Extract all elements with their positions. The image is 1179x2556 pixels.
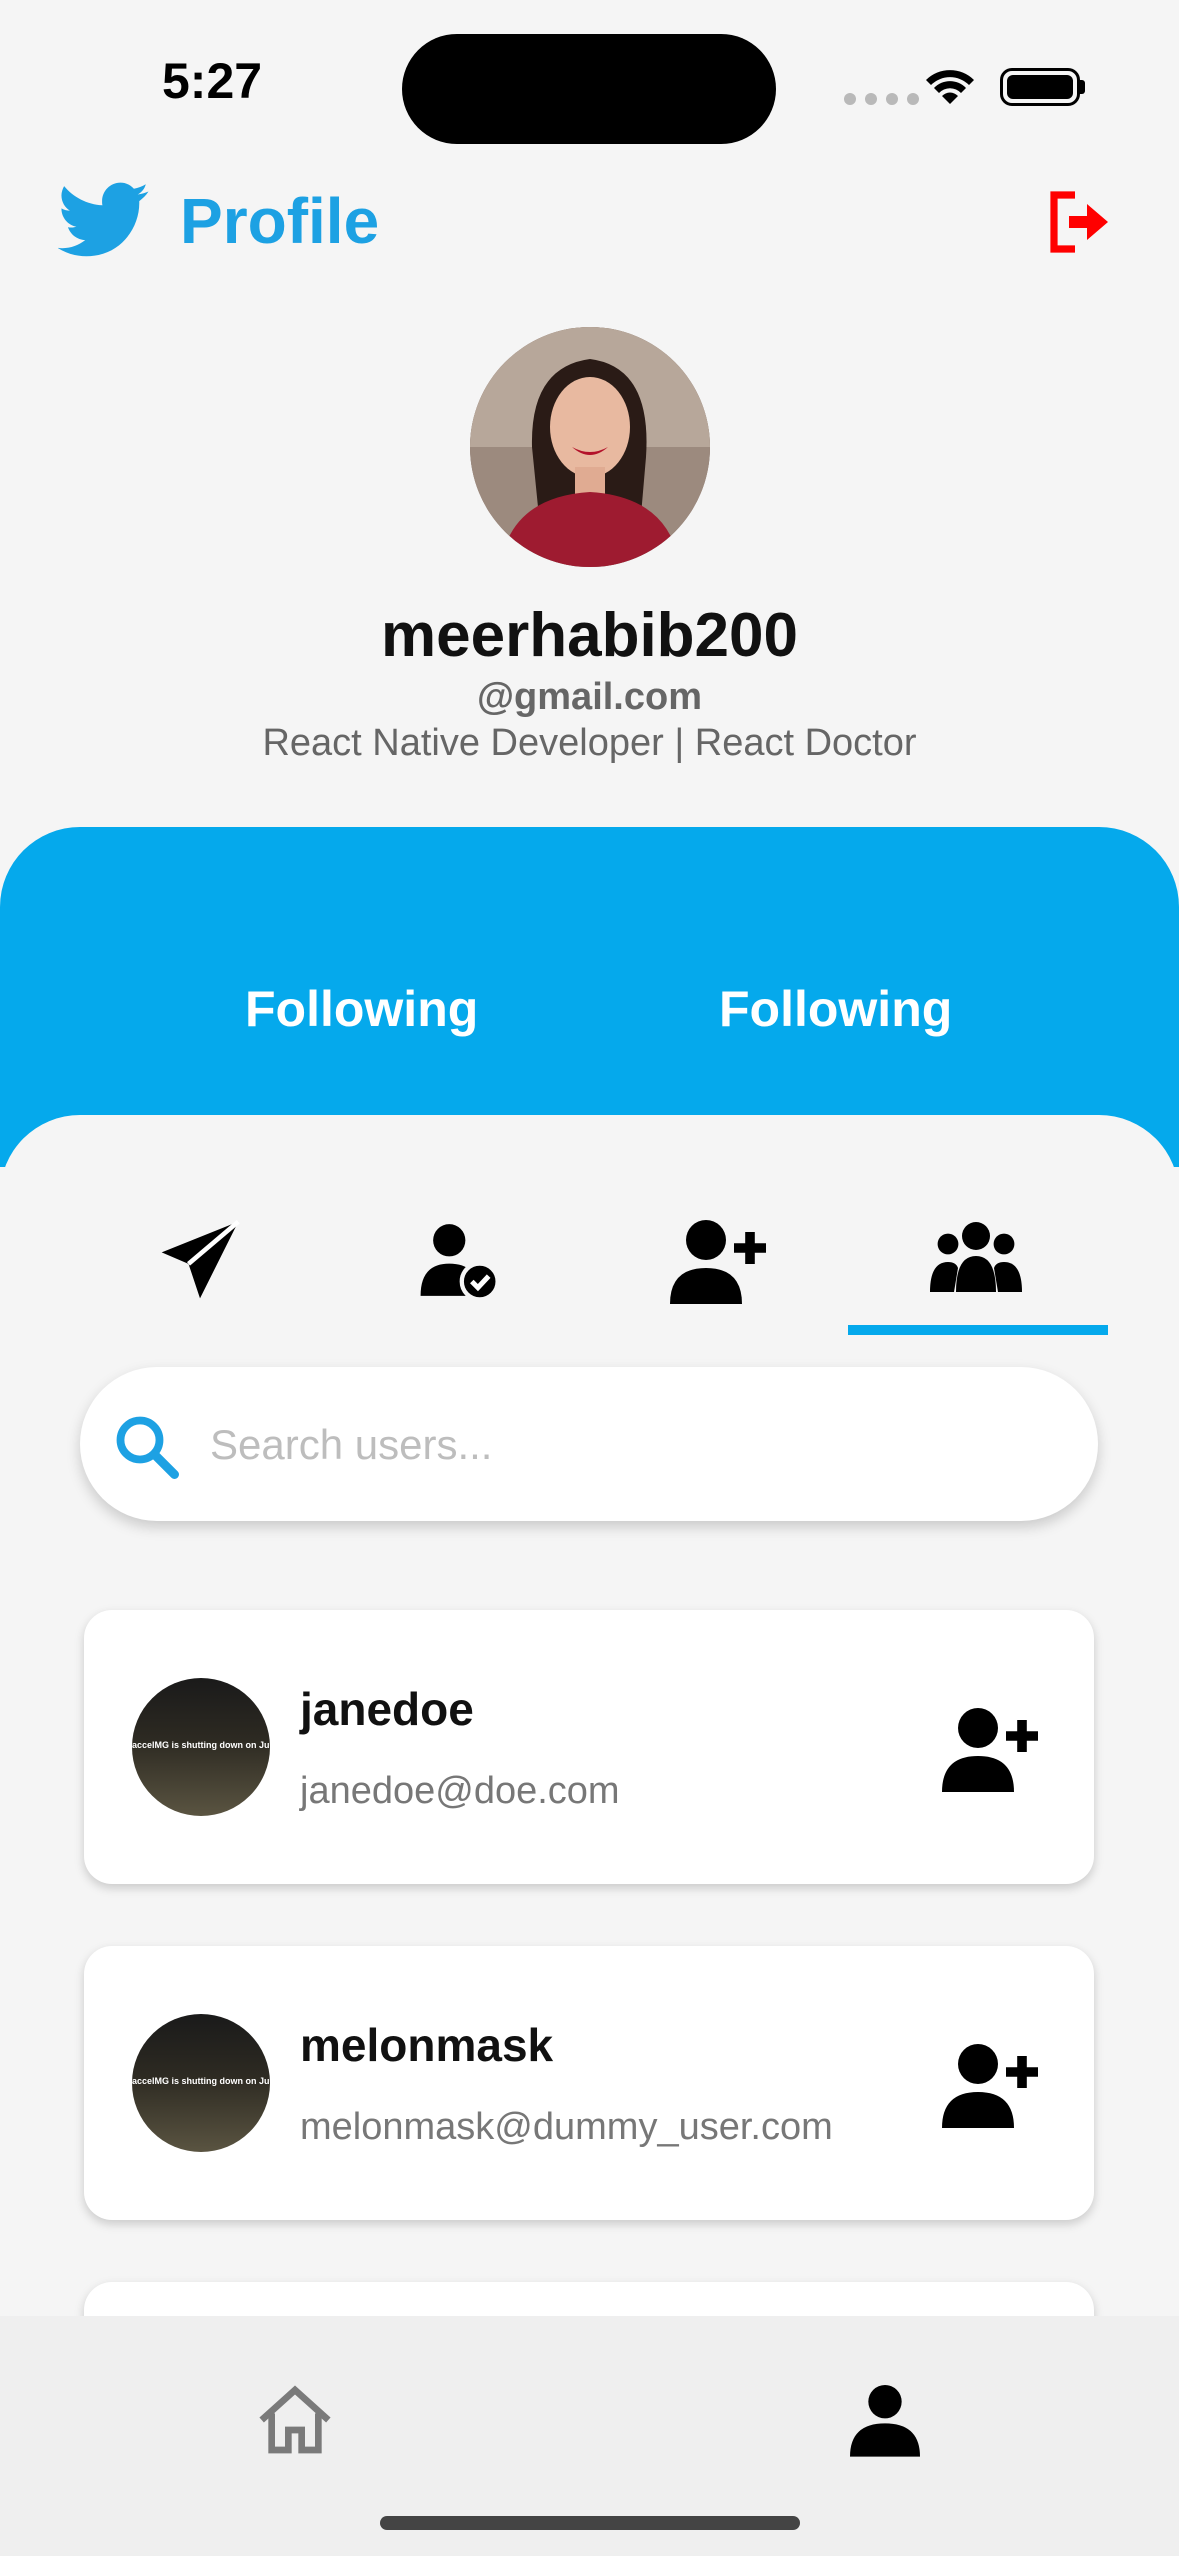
dynamic-island (402, 34, 776, 144)
tab-posts[interactable] (110, 1205, 290, 1315)
following-stat-right[interactable]: Following (719, 980, 952, 1038)
battery-icon (1000, 68, 1080, 106)
home-indicator (380, 2516, 800, 2530)
active-tab-indicator (848, 1325, 1108, 1335)
user-check-icon (420, 1224, 500, 1302)
user-avatar-caption: accelMG is shutting down on June 30, 202… (132, 1740, 270, 1750)
user-card[interactable]: accelMG is shutting down on June 30, 202… (84, 1610, 1094, 1884)
user-avatar-caption: accelMG is shutting down on June 30, 202… (132, 2076, 270, 2086)
tab-suggestions[interactable] (628, 1205, 808, 1315)
status-time: 5:27 (162, 53, 263, 109)
cellular-signal-icon (844, 93, 919, 105)
search-icon (110, 1410, 182, 1487)
search-input[interactable] (210, 1400, 1050, 1490)
user-avatar: accelMG is shutting down on June 30, 202… (132, 1678, 270, 1816)
profile-tab-icon[interactable] (845, 2380, 925, 2465)
user-name: melonmask (300, 2019, 554, 2071)
paper-plane-icon (161, 1219, 240, 1299)
profile-email: @gmail.com (477, 676, 702, 718)
users-icon (930, 1222, 1022, 1292)
battery-tip (1080, 80, 1085, 94)
user-avatar: accelMG is shutting down on June 30, 202… (132, 2014, 270, 2152)
follow-user-button[interactable] (942, 2036, 1038, 2137)
page-title: Profile (180, 185, 380, 257)
logout-icon[interactable] (1045, 186, 1117, 263)
tab-users[interactable] (886, 1205, 1066, 1315)
wifi-icon (922, 64, 978, 113)
follow-user-button[interactable] (942, 1700, 1038, 1801)
home-tab-icon[interactable] (255, 2380, 335, 2465)
user-email: janedoe@doe.com (300, 1770, 620, 1812)
profile-username: meerhabib200 (381, 601, 798, 670)
profile-avatar (470, 327, 710, 567)
user-plus-icon (670, 1220, 766, 1304)
tab-following[interactable] (370, 1205, 550, 1315)
user-card[interactable]: accelMG is shutting down on June 30, 202… (84, 1946, 1094, 2220)
user-email: melonmask@dummy_user.com (300, 2106, 833, 2148)
user-name: janedoe (300, 1683, 474, 1735)
profile-bio: React Native Developer | React Doctor (262, 722, 917, 764)
user-plus-icon (942, 2044, 1038, 2128)
following-stat-left[interactable]: Following (245, 980, 478, 1038)
user-plus-icon (942, 1708, 1038, 1792)
twitter-bird-icon (57, 182, 150, 265)
